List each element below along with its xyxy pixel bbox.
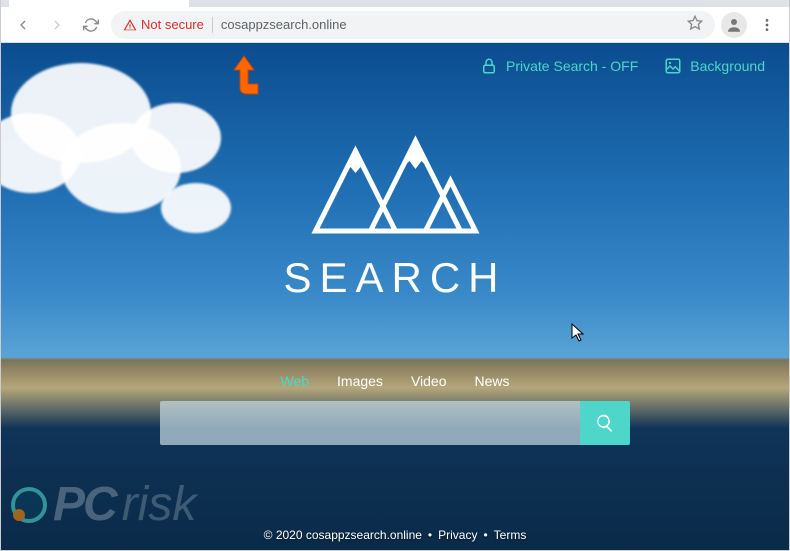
security-badge[interactable]: Not secure [123,17,204,32]
reload-button[interactable] [77,11,105,39]
address-bar[interactable]: Not secure cosappzsearch.online [111,11,715,39]
forward-button[interactable] [43,11,71,39]
page-footer: © 2020 cosappzsearch.online • Privacy • … [264,528,527,542]
divider [212,17,213,33]
nav-tab-video[interactable]: Video [411,373,447,389]
browser-menu-button[interactable] [753,11,781,39]
dots-vertical-icon [759,17,775,33]
not-secure-label: Not secure [141,17,204,32]
watermark: PCrisk [11,477,196,532]
separator: • [483,528,487,542]
mountain-logo-icon [305,131,485,241]
private-search-label: Private Search - OFF [506,58,638,74]
footer-terms-link[interactable]: Terms [494,528,527,542]
person-icon [725,16,743,34]
separator: • [428,528,432,542]
nav-tab-news[interactable]: News [475,373,510,389]
search-input[interactable] [160,401,580,445]
search-category-nav: Web Images Video News [280,373,509,389]
watermark-badge-icon [11,487,47,523]
nav-tab-web[interactable]: Web [280,373,309,389]
footer-copyright: © 2020 cosappzsearch.online [264,528,422,542]
logo-area: SEARCH [283,131,506,302]
warning-icon [123,18,137,32]
image-icon [664,57,682,75]
back-button[interactable] [9,11,37,39]
search-icon [595,413,615,433]
footer-privacy-link[interactable]: Privacy [438,528,477,542]
background-label: Background [690,58,765,74]
bookmark-star-button[interactable] [687,15,703,34]
logo-text: SEARCH [283,254,506,302]
star-icon [687,15,703,31]
watermark-sub: risk [122,477,197,532]
lock-icon [480,57,498,75]
url-text: cosappzsearch.online [221,17,347,32]
browser-tab[interactable]: cosappzsearch.online ✕ [9,0,189,7]
background-button[interactable]: Background [664,57,765,75]
watermark-main: PC [53,477,116,532]
search-button[interactable] [580,401,630,445]
profile-button[interactable] [721,12,747,38]
private-search-toggle[interactable]: Private Search - OFF [480,57,638,75]
nav-tab-images[interactable]: Images [337,373,383,389]
new-tab-button[interactable]: + [195,0,223,7]
